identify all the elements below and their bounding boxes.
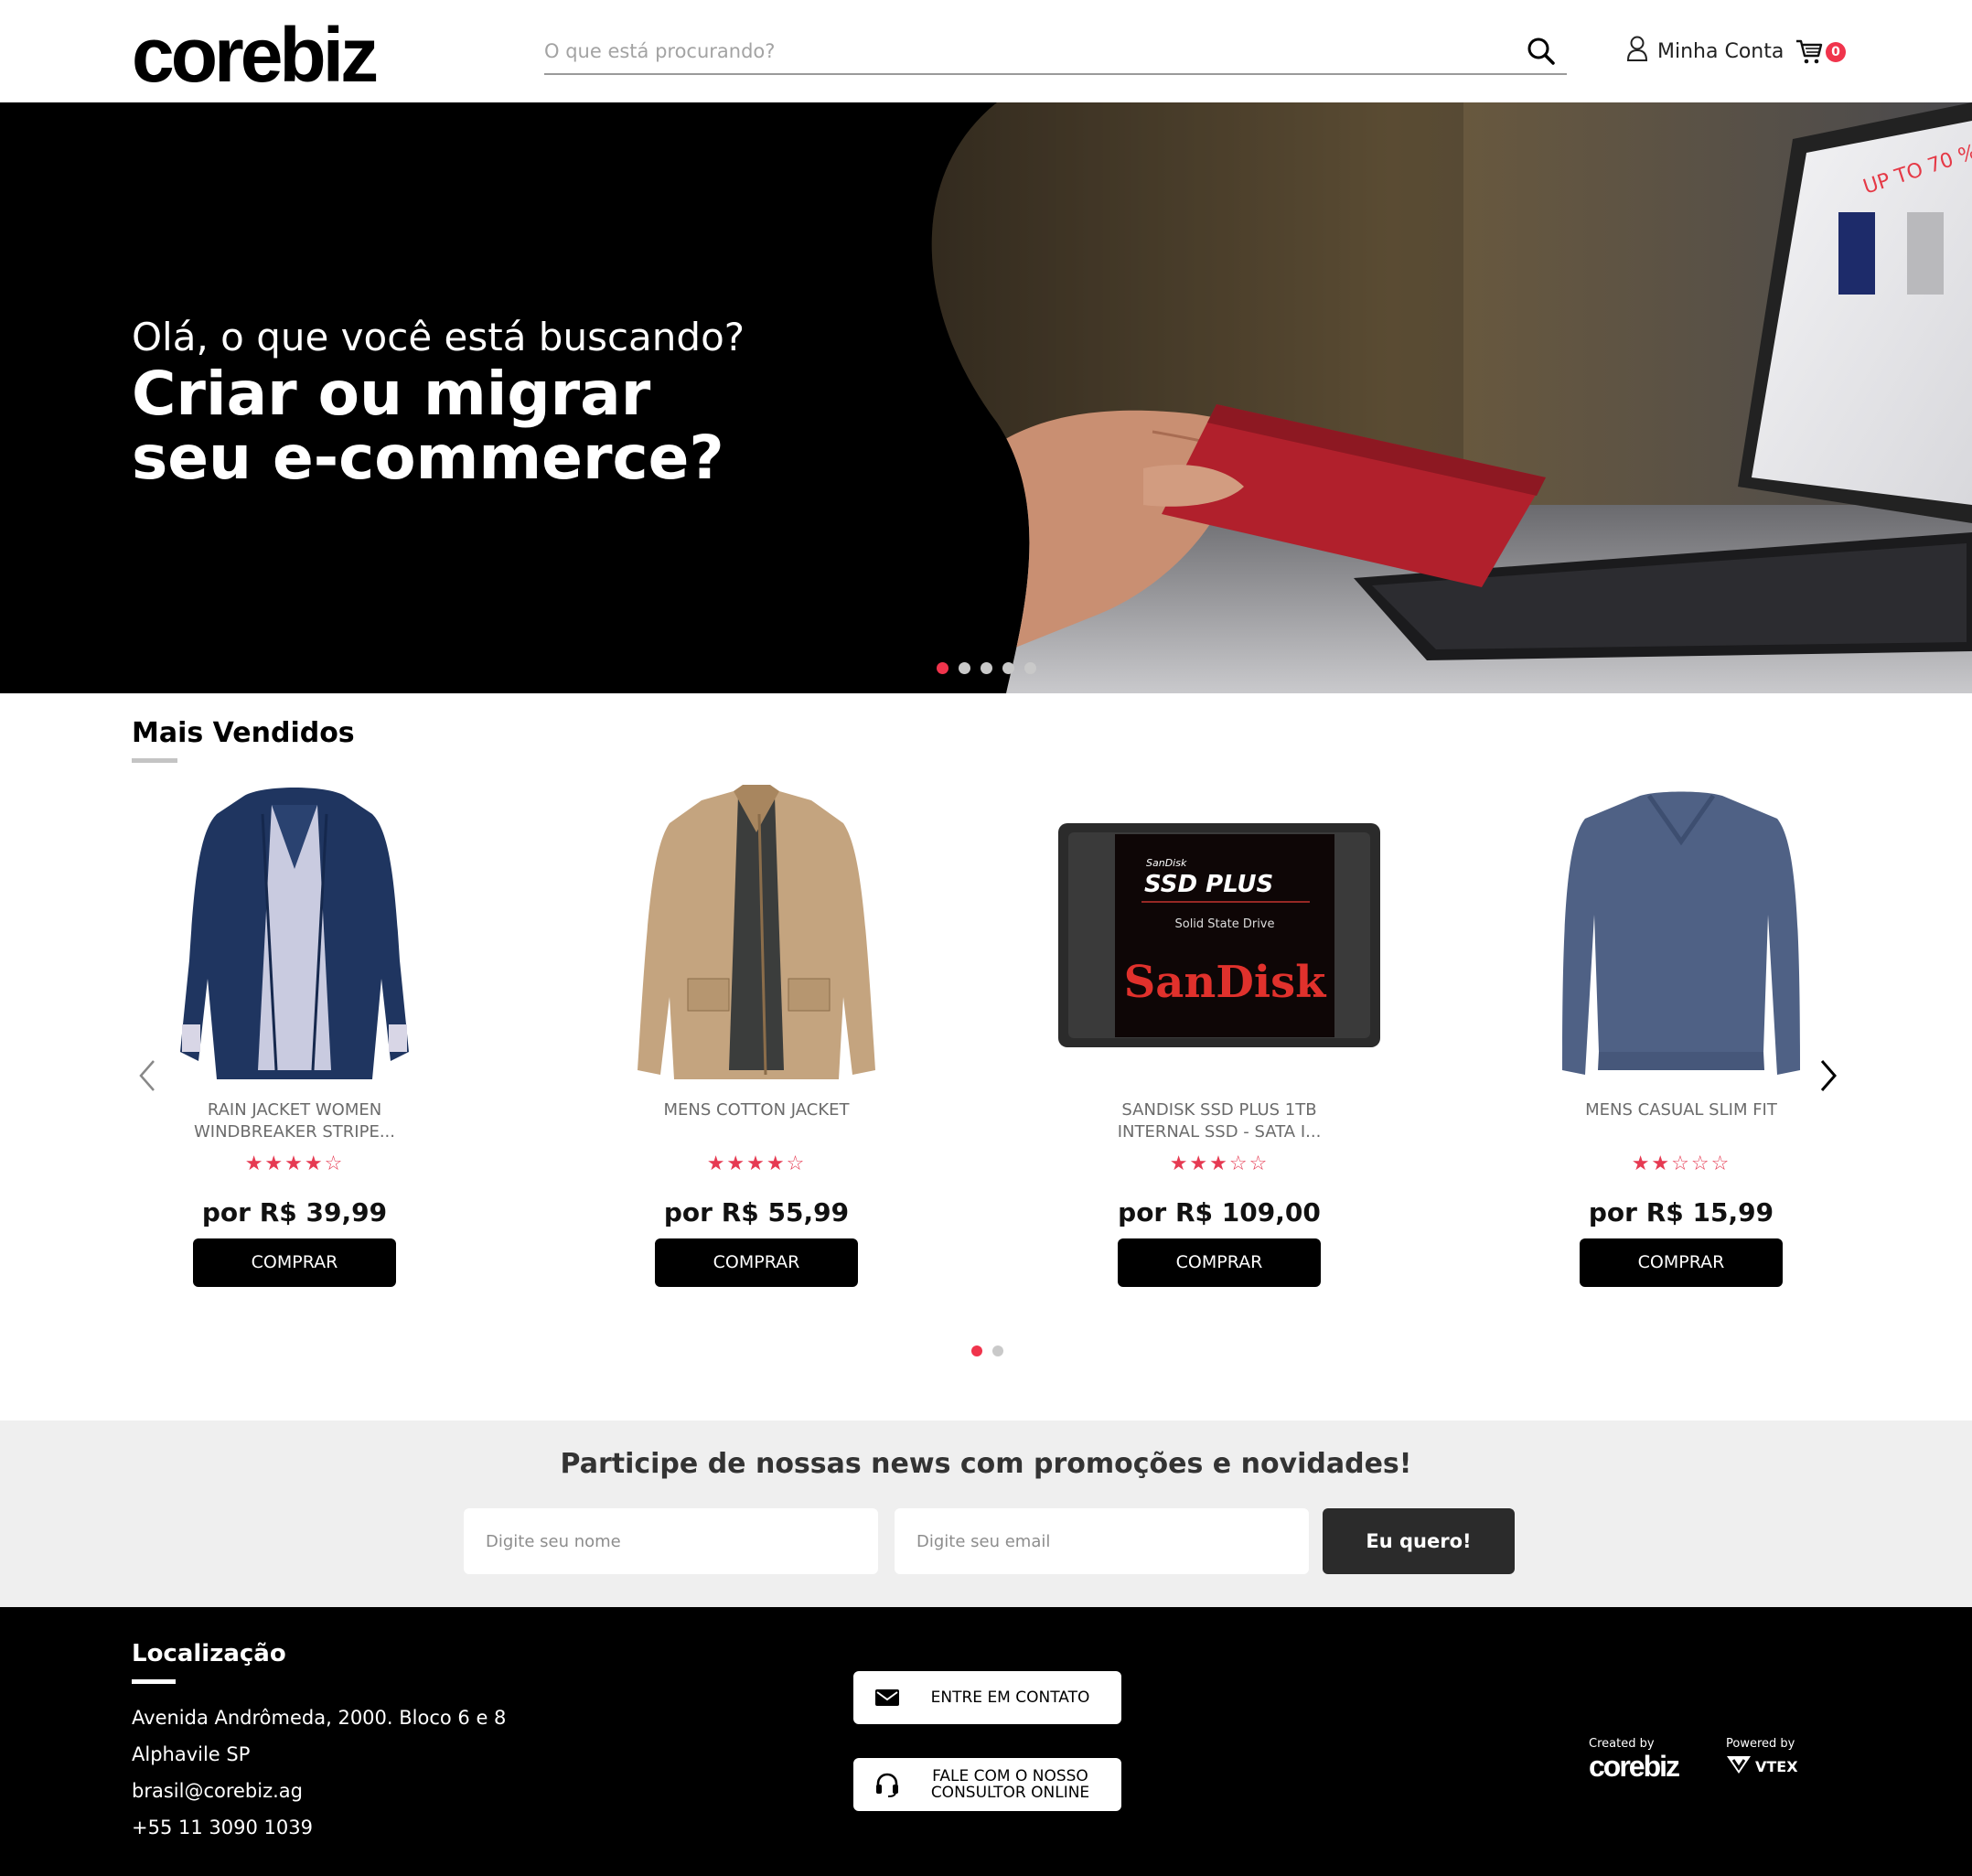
- search-input[interactable]: [544, 29, 1495, 73]
- shelf-carousel-dots: [971, 1345, 1003, 1356]
- powered-by-label: Powered by: [1726, 1737, 1795, 1751]
- product-price: por R$ 109,00: [1118, 1197, 1321, 1227]
- my-account-label: Minha Conta: [1657, 39, 1784, 63]
- newsletter-name-input[interactable]: [464, 1508, 878, 1574]
- hero-title: Criar ou migrar seu e-commerce?: [132, 359, 724, 493]
- hero-dot-5[interactable]: [1024, 662, 1036, 674]
- product-price: por R$ 55,99: [663, 1197, 850, 1227]
- product-price: por R$ 39,99: [201, 1197, 388, 1227]
- rating-stars: ★★★★☆: [244, 1152, 345, 1175]
- ssd-caption: Solid State Drive: [1174, 917, 1274, 931]
- buy-button[interactable]: COMPRAR: [1580, 1238, 1783, 1287]
- product-image-sandisk-ssd[interactable]: SanDisk SSD PLUS Solid State Drive SanDi…: [1041, 777, 1398, 1088]
- buy-button[interactable]: COMPRAR: [193, 1238, 396, 1287]
- product-card[interactable]: RAIN JACKET WOMEN WINDBREAKER STRIPE... …: [116, 777, 473, 1287]
- created-by-label: Created by: [1589, 1737, 1655, 1751]
- product-name[interactable]: SANDISK SSD PLUS 1TB INTERNAL SSD - SATA…: [1041, 1099, 1398, 1145]
- product-card[interactable]: MENS CASUAL SLIM FIT ★★☆☆☆ por R$ 15,99 …: [1503, 777, 1859, 1287]
- hero-dot-3[interactable]: [981, 662, 992, 674]
- corebiz-logo[interactable]: corebiz: [132, 9, 379, 101]
- ssd-model: SSD PLUS: [1144, 871, 1273, 898]
- product-card[interactable]: MENS COTTON JACKET ★★★★☆ por R$ 55,99 CO…: [578, 777, 935, 1287]
- product-image-cotton-jacket[interactable]: [578, 777, 935, 1088]
- shelf-dot-1[interactable]: [971, 1345, 982, 1356]
- created-by-corebiz[interactable]: Created by corebiz: [1589, 1737, 1680, 1783]
- hero-dot-1[interactable]: [937, 662, 948, 674]
- contact-phone[interactable]: +55 11 3090 1039: [132, 1817, 313, 1838]
- hero-banner[interactable]: UP TO 70 % OFF Olá, o que você está busc…: [0, 102, 1972, 693]
- search-icon[interactable]: [1525, 35, 1558, 68]
- cart-button[interactable]: 0: [1795, 37, 1849, 68]
- rating-stars: ★★★☆☆: [1169, 1152, 1270, 1175]
- product-name[interactable]: MENS CASUAL SLIM FIT: [1503, 1099, 1859, 1145]
- address-line-1: Avenida Andrômeda, 2000. Bloco 6 e 8: [132, 1707, 507, 1729]
- newsletter-email-input[interactable]: [895, 1508, 1309, 1574]
- buy-button[interactable]: COMPRAR: [655, 1238, 858, 1287]
- contact-email[interactable]: brasil@corebiz.ag: [132, 1780, 303, 1802]
- location-underline: [132, 1679, 176, 1684]
- my-account-link[interactable]: Minha Conta: [1626, 35, 1784, 68]
- headset-icon: [873, 1771, 901, 1798]
- rating-stars: ★★★★☆: [706, 1152, 807, 1175]
- rating-stars: ★★☆☆☆: [1631, 1152, 1731, 1175]
- product-name[interactable]: MENS COTTON JACKET: [578, 1099, 935, 1145]
- newsletter-section: Participe de nossas news com promoções e…: [0, 1420, 1972, 1607]
- newsletter-title: Participe de nossas news com promoções e…: [560, 1448, 1412, 1480]
- product-image-rain-jacket[interactable]: [116, 777, 473, 1088]
- hero-text: Olá, o que você está buscando? Criar ou …: [132, 313, 790, 490]
- user-icon: [1626, 35, 1648, 68]
- location-title: Localização: [132, 1640, 286, 1667]
- powered-by-vtex[interactable]: Powered by VTEX: [1726, 1737, 1798, 1778]
- hero-dot-4[interactable]: [1002, 662, 1014, 674]
- contact-us-label: ENTRE EM CONTATO: [930, 1688, 1090, 1707]
- online-consultant-label: FALE COM O NOSSO CONSULTOR ONLINE: [930, 1767, 1090, 1802]
- corebiz-footer-logo: corebiz: [1589, 1750, 1680, 1783]
- buy-button[interactable]: COMPRAR: [1118, 1238, 1321, 1287]
- ssd-brand: SanDisk: [1124, 957, 1328, 1008]
- online-consultant-button[interactable]: FALE COM O NOSSO CONSULTOR ONLINE: [853, 1758, 1121, 1811]
- site-footer: Localização Avenida Andrômeda, 2000. Blo…: [0, 1607, 1972, 1876]
- ssd-brand-small: SanDisk: [1146, 857, 1187, 869]
- best-sellers-title: Mais Vendidos: [132, 717, 355, 749]
- cart-icon: [1795, 39, 1824, 70]
- hero-dot-2[interactable]: [959, 662, 970, 674]
- shelf-dot-2[interactable]: [992, 1345, 1003, 1356]
- vtex-logo-text: VTEX: [1755, 1757, 1798, 1775]
- product-card[interactable]: SanDisk SSD PLUS Solid State Drive SanDi…: [1041, 777, 1398, 1287]
- hero-subtitle: Olá, o que você está buscando?: [132, 315, 745, 359]
- title-underline: [132, 758, 177, 763]
- search-bar: [544, 29, 1567, 75]
- address-line-2: Alphavile SP: [132, 1743, 251, 1765]
- product-price: por R$ 15,99: [1588, 1197, 1774, 1227]
- mail-icon: [873, 1684, 901, 1711]
- cart-count-badge: 0: [1826, 42, 1846, 62]
- hero-carousel-dots: [937, 662, 1036, 674]
- site-header: corebiz Minha Conta 0: [0, 0, 1972, 102]
- product-image-slim-fit-shirt[interactable]: [1503, 777, 1859, 1088]
- vtex-logo-icon: [1726, 1754, 1752, 1778]
- contact-us-button[interactable]: ENTRE EM CONTATO: [853, 1671, 1121, 1724]
- newsletter-submit-button[interactable]: Eu quero!: [1323, 1508, 1515, 1574]
- product-name[interactable]: RAIN JACKET WOMEN WINDBREAKER STRIPE...: [116, 1099, 473, 1145]
